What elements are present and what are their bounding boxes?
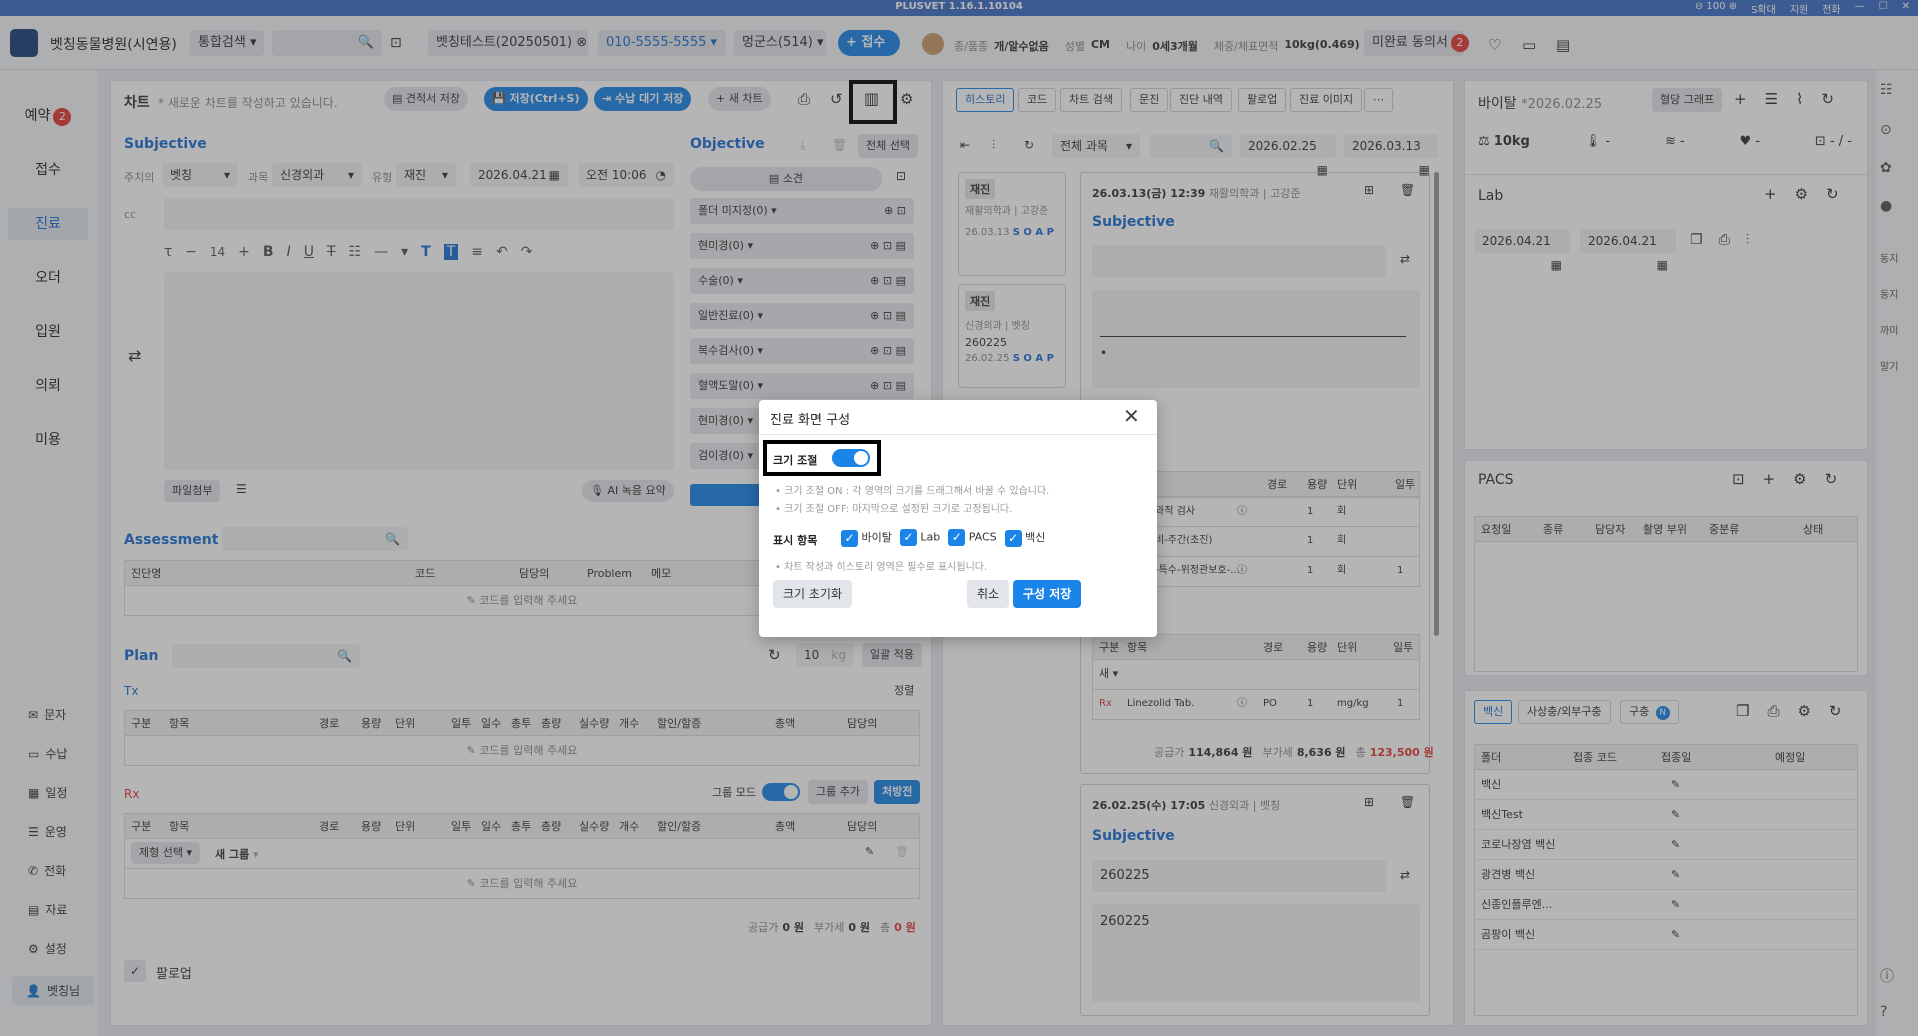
save-layout-button[interactable]: 구성 저장: [1013, 580, 1082, 608]
display-label: 표시 항목: [773, 534, 818, 547]
checkbox-lab[interactable]: ✓ Lab: [899, 529, 940, 547]
display-options: ✓ 바이탈 ✓ Lab ✓ PACS ✓ 백신: [841, 529, 1045, 547]
dialog-title: 진료 화면 구성: [770, 413, 851, 428]
checkbox-vaccine[interactable]: ✓ 백신: [1004, 529, 1045, 547]
checkbox-pacs[interactable]: ✓ PACS: [948, 529, 997, 547]
divider: [759, 434, 1157, 435]
required-note: • 차트 작성과 히스토리 영역은 필수로 표시됩니다.: [775, 562, 988, 573]
resize-desc-off: • 크기 조절 OFF: 마지막으로 설정된 크기로 고정됩니다.: [775, 504, 1013, 515]
resize-desc-on: • 크기 조절 ON : 각 영역의 크기를 드래그해서 바꿀 수 있습니다.: [775, 486, 1050, 497]
layout-config-dialog: 진료 화면 구성 ✕ 크기 조절 • 크기 조절 ON : 각 영역의 크기를 …: [759, 400, 1157, 637]
checkbox-vital[interactable]: ✓ 바이탈: [841, 529, 892, 547]
resize-highlight: [763, 440, 881, 476]
reset-size-button[interactable]: 크기 초기화: [773, 580, 853, 608]
close-icon[interactable]: ✕: [1123, 404, 1140, 428]
cancel-button[interactable]: 취소: [967, 580, 1010, 608]
